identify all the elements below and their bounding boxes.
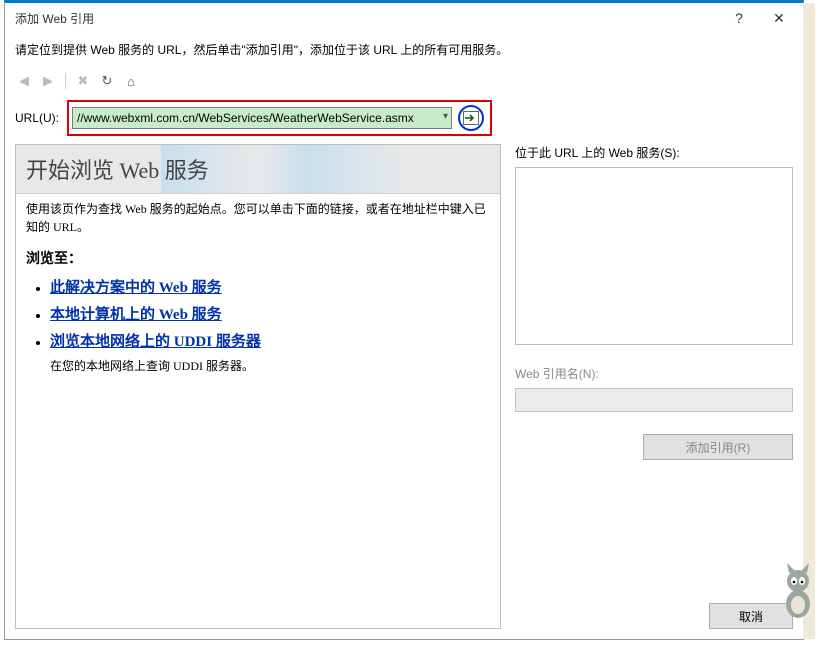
close-button[interactable]: ✕ [759,4,799,32]
right-pane: 位于此 URL 上的 Web 服务(S): Web 引用名(N): 添加引用(R… [515,144,793,629]
list-item: 本地计算机上的 Web 服务 [50,303,490,324]
nav-back-icon[interactable]: ◀ [15,72,33,90]
cancel-button[interactable]: 取消 [709,603,793,629]
refname-input[interactable] [515,388,793,412]
services-listbox[interactable] [515,167,793,345]
right-edge-decoration [803,3,815,639]
window-title: 添加 Web 引用 [15,10,719,27]
url-row: URL(U): ▾ [5,96,803,144]
nav-forward-icon[interactable]: ▶ [39,72,57,90]
link-uddi-servers[interactable]: 浏览本地网络上的 UDDI 服务器 [50,334,261,350]
refresh-icon[interactable]: ↻ [98,72,116,90]
browse-heading: 开始浏览 Web 服务 [16,145,500,194]
list-item: 浏览本地网络上的 UDDI 服务器 [50,330,490,351]
spacer [515,418,793,428]
nav-toolbar: ◀ ▶ ✖ ↻ ⌂ [5,72,803,96]
refname-label: Web 引用名(N): [515,365,793,382]
go-button[interactable] [463,111,479,125]
url-label: URL(U): [15,111,61,125]
add-reference-button[interactable]: 添加引用(R) [643,434,793,460]
url-highlight-box: ▾ [67,100,492,136]
body-split: 开始浏览 Web 服务 使用该页作为查找 Web 服务的起始点。您可以单击下面的… [5,144,803,639]
browse-to-label: 浏览至： [16,242,500,268]
home-icon[interactable]: ⌂ [122,72,140,90]
stop-icon[interactable]: ✖ [74,72,92,90]
titlebar: 添加 Web 引用 ? ✕ [5,3,803,33]
help-button[interactable]: ? [719,4,759,32]
browse-links: 此解决方案中的 Web 服务 本地计算机上的 Web 服务 浏览本地网络上的 U… [16,268,500,376]
browse-pane: 开始浏览 Web 服务 使用该页作为查找 Web 服务的起始点。您可以单击下面的… [15,144,501,629]
link-solution-services[interactable]: 此解决方案中的 Web 服务 [50,280,222,296]
go-button-highlight [458,105,484,131]
list-item: 此解决方案中的 Web 服务 [50,276,490,297]
url-input[interactable] [72,107,452,129]
spacer [515,351,793,359]
toolbar-separator [65,73,66,89]
services-label: 位于此 URL 上的 Web 服务(S): [515,144,793,161]
browse-intro: 使用该页作为查找 Web 服务的起始点。您可以单击下面的链接，或者在地址栏中键入… [16,194,500,242]
link-uddi-sub: 在您的本地网络上查询 UDDI 服务器。 [26,357,490,374]
link-local-services[interactable]: 本地计算机上的 Web 服务 [50,307,222,323]
instruction-text: 请定位到提供 Web 服务的 URL，然后单击"添加引用"，添加位于该 URL … [5,33,803,72]
spacer [515,466,793,597]
dialog-window: 添加 Web 引用 ? ✕ 请定位到提供 Web 服务的 URL，然后单击"添加… [4,0,804,640]
